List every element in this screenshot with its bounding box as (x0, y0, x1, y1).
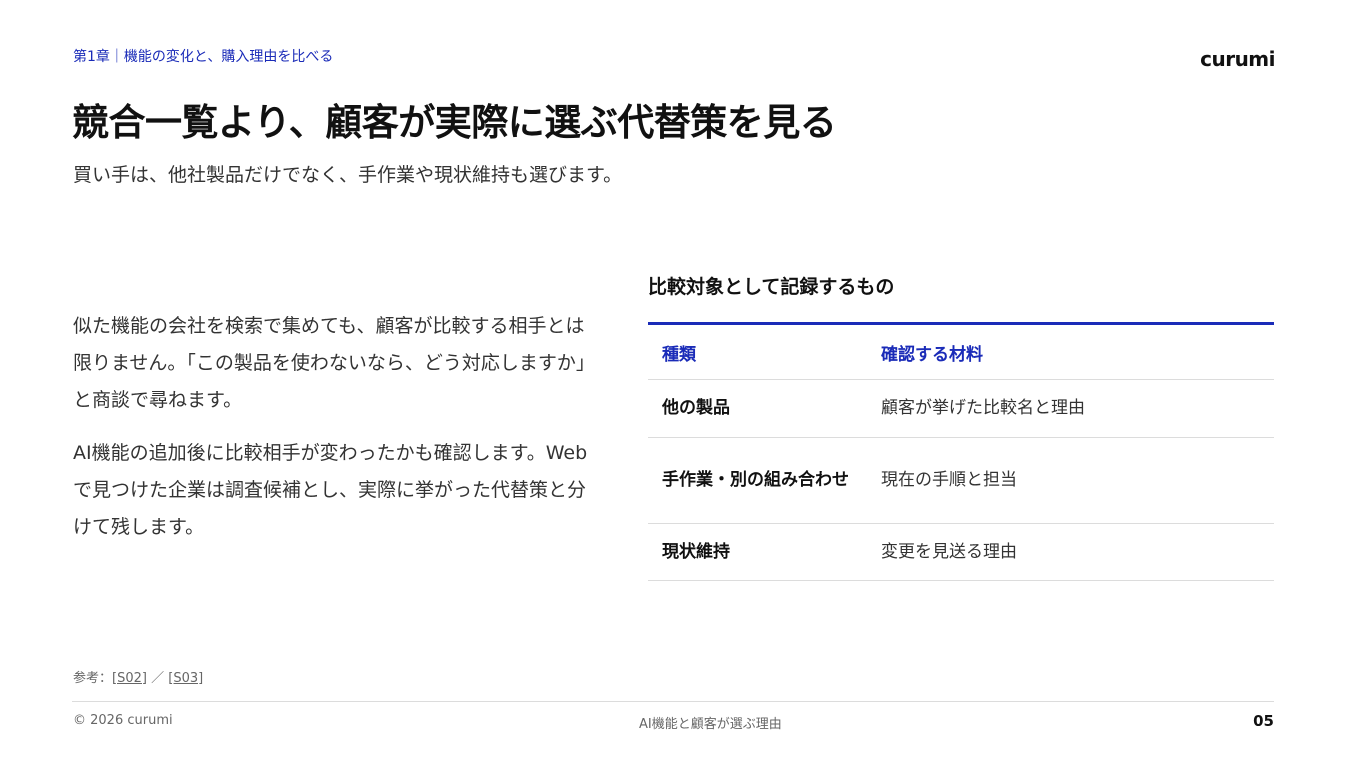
comparison-table: 種類 確認する材料 他の製品 顧客が挙げた比較名と理由 手作業・別の組み合わせ … (648, 322, 1274, 581)
references-label: 参考： (73, 671, 113, 686)
footer-deck-title: AI機能と顧客が選ぶ理由 (639, 717, 782, 732)
cell-material: 現在の手順と担当 (867, 437, 1274, 524)
cell-material: 変更を見送る理由 (867, 523, 1274, 581)
page-title: 競合一覧より、顧客が実際に選ぶ代替策を見る (72, 101, 837, 144)
column-header-kind: 種類 (648, 323, 867, 380)
table-row: 手作業・別の組み合わせ 現在の手順と担当 (648, 437, 1274, 524)
table-heading: 比較対象として記録するもの (648, 276, 895, 298)
reference-link-s03[interactable]: [S03] (168, 671, 203, 686)
table-row: 現状維持 変更を見送る理由 (648, 523, 1274, 581)
cell-material: 顧客が挙げた比較名と理由 (867, 379, 1274, 438)
body-paragraph: AI機能の追加後に比較相手が変わったかも確認します。Webで見つけた企業は調査候… (73, 442, 588, 538)
chapter-label: 第1章｜機能の変化と、購入理由を比べる (73, 49, 334, 65)
reference-link-s02[interactable]: [S02] (112, 671, 147, 686)
table-header-row: 種類 確認する材料 (648, 323, 1274, 380)
brand-logo: curumi (1200, 47, 1275, 71)
page-number: 05 (1253, 712, 1274, 730)
page-subtitle: 買い手は、他社製品だけでなく、手作業や現状維持も選びます。 (73, 164, 623, 186)
cell-kind: 他の製品 (648, 379, 867, 438)
cell-kind: 手作業・別の組み合わせ (648, 437, 867, 524)
body-text: 似た機能の会社を検索で集めても、顧客が比較する相手とは限りません。「この製品を使… (73, 308, 603, 562)
copyright: © 2026 curumi (73, 713, 173, 728)
references-separator: ／ (151, 671, 165, 686)
body-paragraph: 似た機能の会社を検索で集めても、顧客が比較する相手とは限りません。「この製品を使… (73, 315, 595, 411)
comparison-table-section: 比較対象として記録するもの 種類 確認する材料 他の製品 顧客が挙げた比較名と理… (648, 273, 1274, 581)
column-header-material: 確認する材料 (867, 323, 1274, 380)
footer-divider (72, 701, 1274, 702)
cell-kind: 現状維持 (648, 523, 867, 581)
table-row: 他の製品 顧客が挙げた比較名と理由 (648, 379, 1274, 438)
references: 参考：[S02] ／ [S03] (73, 667, 203, 686)
